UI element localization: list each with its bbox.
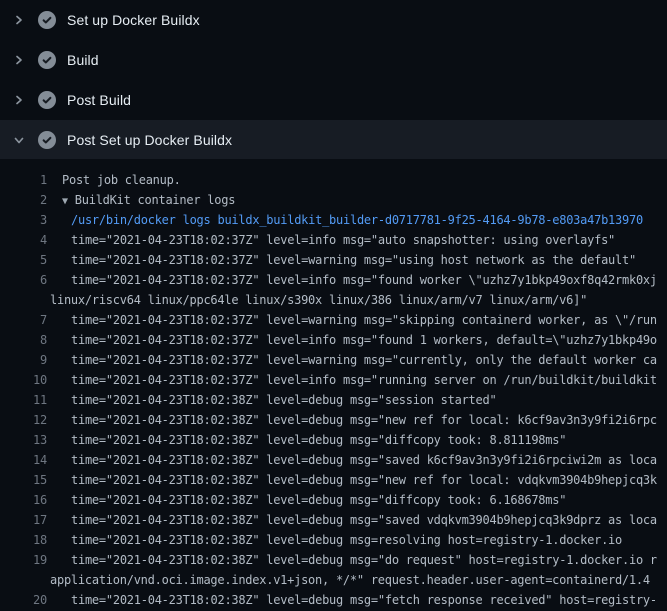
chevron-right-icon[interactable] bbox=[13, 54, 25, 66]
log-text: time="2021-04-23T18:02:38Z" level=debug … bbox=[47, 450, 667, 470]
log-line: 19time="2021-04-23T18:02:38Z" level=debu… bbox=[0, 550, 667, 570]
log-line: 18time="2021-04-23T18:02:38Z" level=debu… bbox=[0, 530, 667, 550]
log-line: 5time="2021-04-23T18:02:37Z" level=warni… bbox=[0, 250, 667, 270]
steps-list: Set up Docker Buildx Build Post Build Post … bbox=[0, 0, 667, 159]
log-text: time="2021-04-23T18:02:37Z" level=info m… bbox=[47, 330, 667, 350]
log-text: application/vnd.oci.image.index.v1+json,… bbox=[47, 570, 667, 590]
chevron-right-icon[interactable] bbox=[13, 14, 25, 26]
log-text: time="2021-04-23T18:02:38Z" level=debug … bbox=[47, 430, 667, 450]
log-text: time="2021-04-23T18:02:38Z" level=debug … bbox=[47, 590, 667, 610]
log-line: 13time="2021-04-23T18:02:38Z" level=debu… bbox=[0, 430, 667, 450]
chevron-right-icon[interactable] bbox=[13, 94, 25, 106]
log-line-number[interactable]: 17 bbox=[0, 510, 47, 530]
log-line-number[interactable]: 15 bbox=[0, 470, 47, 490]
collapse-triangle-icon[interactable]: ▼ bbox=[62, 192, 68, 210]
log-line-number bbox=[0, 290, 47, 310]
step-label: Post Set up Docker Buildx bbox=[67, 132, 232, 148]
log-line-number[interactable]: 19 bbox=[0, 550, 47, 570]
log-line-number[interactable]: 1 bbox=[0, 170, 47, 190]
log-line-number[interactable]: 18 bbox=[0, 530, 47, 550]
step-header-build[interactable]: Build bbox=[0, 40, 667, 80]
log-line-number[interactable]: 3 bbox=[0, 210, 47, 230]
log-text: time="2021-04-23T18:02:38Z" level=debug … bbox=[47, 410, 667, 430]
log-line: 7time="2021-04-23T18:02:37Z" level=warni… bbox=[0, 310, 667, 330]
log-group-row: ▼ BuildKit container logs bbox=[47, 190, 667, 210]
log-line: 1Post job cleanup. bbox=[0, 170, 667, 190]
log-text: time="2021-04-23T18:02:38Z" level=debug … bbox=[47, 530, 667, 550]
step-label: Set up Docker Buildx bbox=[67, 12, 200, 28]
log-line: 15time="2021-04-23T18:02:38Z" level=debu… bbox=[0, 470, 667, 490]
log-line-number[interactable]: 2 bbox=[0, 190, 47, 210]
log-line: 14time="2021-04-23T18:02:38Z" level=debu… bbox=[0, 450, 667, 470]
step-header-post-build[interactable]: Post Build bbox=[0, 80, 667, 120]
log-text: time="2021-04-23T18:02:37Z" level=info m… bbox=[47, 270, 667, 290]
log-text: time="2021-04-23T18:02:38Z" level=debug … bbox=[47, 510, 667, 530]
log-text: linux/riscv64 linux/ppc64le linux/s390x … bbox=[47, 290, 667, 310]
step-label: Post Build bbox=[67, 92, 131, 108]
log-line-number[interactable]: 6 bbox=[0, 270, 47, 290]
log-line-number[interactable]: 8 bbox=[0, 330, 47, 350]
log-line-number[interactable]: 14 bbox=[0, 450, 47, 470]
success-check-icon bbox=[38, 91, 56, 109]
log-line-number[interactable]: 9 bbox=[0, 350, 47, 370]
log-line: 17time="2021-04-23T18:02:38Z" level=debu… bbox=[0, 510, 667, 530]
log-line-number[interactable]: 13 bbox=[0, 430, 47, 450]
log-line: 16time="2021-04-23T18:02:38Z" level=debu… bbox=[0, 490, 667, 510]
success-check-icon bbox=[38, 11, 56, 29]
log-panel: 1Post job cleanup.2 ▼ BuildKit container l… bbox=[0, 159, 667, 611]
log-line-number[interactable]: 4 bbox=[0, 230, 47, 250]
step-label: Build bbox=[67, 52, 99, 68]
log-text: time="2021-04-23T18:02:38Z" level=debug … bbox=[47, 550, 667, 570]
log-text: Post job cleanup. bbox=[47, 170, 667, 190]
log-line-number[interactable]: 12 bbox=[0, 410, 47, 430]
log-line: 20time="2021-04-23T18:02:38Z" level=debu… bbox=[0, 590, 667, 610]
log-line-number[interactable]: 16 bbox=[0, 490, 47, 510]
success-check-icon bbox=[38, 51, 56, 69]
log-text: time="2021-04-23T18:02:37Z" level=warnin… bbox=[47, 310, 667, 330]
log-line-wrap: linux/riscv64 linux/ppc64le linux/s390x … bbox=[0, 290, 667, 310]
log-command-text: /usr/bin/docker logs buildx_buildkit_bui… bbox=[47, 210, 667, 230]
log-text: time="2021-04-23T18:02:38Z" level=debug … bbox=[47, 490, 667, 510]
log-text: time="2021-04-23T18:02:38Z" level=debug … bbox=[47, 390, 667, 410]
log-line: 2 ▼ BuildKit container logs bbox=[0, 190, 667, 210]
log-line-number bbox=[0, 570, 47, 590]
log-text: time="2021-04-23T18:02:38Z" level=debug … bbox=[47, 470, 667, 490]
log-line-number[interactable]: 5 bbox=[0, 250, 47, 270]
log-line-wrap: application/vnd.oci.image.index.v1+json,… bbox=[0, 570, 667, 590]
success-check-icon bbox=[38, 131, 56, 149]
log-text: time="2021-04-23T18:02:37Z" level=warnin… bbox=[47, 350, 667, 370]
log-line: 9time="2021-04-23T18:02:37Z" level=warni… bbox=[0, 350, 667, 370]
step-header-set-up-docker-buildx[interactable]: Set up Docker Buildx bbox=[0, 0, 667, 40]
log-line-number[interactable]: 7 bbox=[0, 310, 47, 330]
log-text: time="2021-04-23T18:02:37Z" level=info m… bbox=[47, 370, 667, 390]
log-line: 3/usr/bin/docker logs buildx_buildkit_bu… bbox=[0, 210, 667, 230]
log-line: 10time="2021-04-23T18:02:37Z" level=info… bbox=[0, 370, 667, 390]
chevron-down-icon[interactable] bbox=[13, 134, 25, 146]
log-line: 8time="2021-04-23T18:02:37Z" level=info … bbox=[0, 330, 667, 350]
log-line-number[interactable]: 20 bbox=[0, 590, 47, 610]
step-header-post-set-up-docker-buildx[interactable]: Post Set up Docker Buildx bbox=[0, 120, 667, 159]
log-group-label[interactable]: BuildKit container logs bbox=[75, 193, 235, 207]
log-line-number[interactable]: 10 bbox=[0, 370, 47, 390]
log-text: time="2021-04-23T18:02:37Z" level=info m… bbox=[47, 230, 667, 250]
log-line: 11time="2021-04-23T18:02:38Z" level=debu… bbox=[0, 390, 667, 410]
log-line: 12time="2021-04-23T18:02:38Z" level=debu… bbox=[0, 410, 667, 430]
log-line: 6time="2021-04-23T18:02:37Z" level=info … bbox=[0, 270, 667, 290]
log-text: time="2021-04-23T18:02:37Z" level=warnin… bbox=[47, 250, 667, 270]
log-line-number[interactable]: 11 bbox=[0, 390, 47, 410]
log-line: 4time="2021-04-23T18:02:37Z" level=info … bbox=[0, 230, 667, 250]
